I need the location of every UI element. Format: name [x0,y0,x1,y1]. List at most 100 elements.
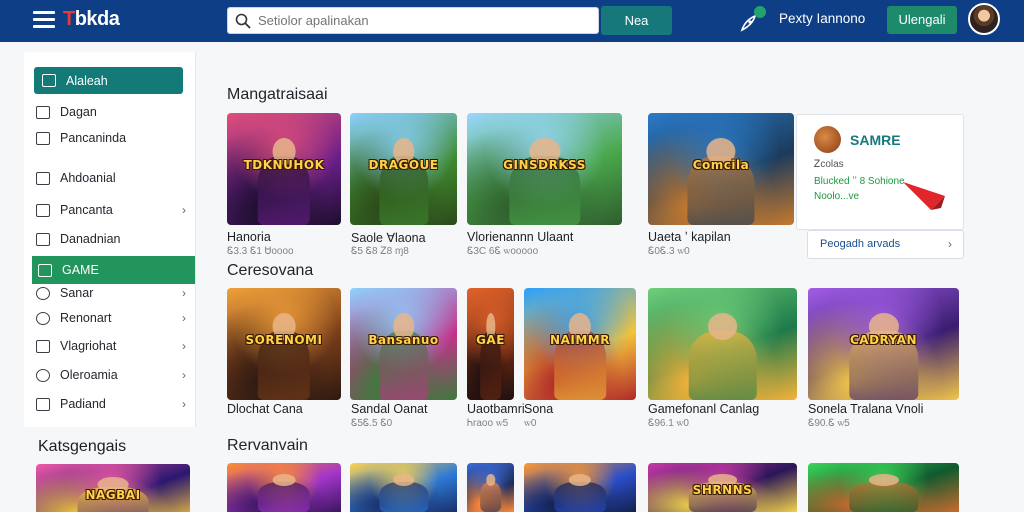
game-meta: Ꮛ3C 6Ꮛ ꮃooooo [467,246,539,257]
game-meta: Ꮛ96.1 ꮃ0 [648,418,689,429]
notifications-button[interactable] [738,6,766,34]
chevron-right-icon: › [182,339,186,353]
game-card[interactable] [350,463,457,512]
game-card[interactable]: SORENOMI [227,288,341,400]
game-title[interactable]: Sona [524,402,553,416]
promo-link[interactable]: Peogadh arvads › [807,230,964,259]
game-title[interactable]: Dlochat Cana [227,402,303,416]
chevron-right-icon: › [182,286,186,300]
game-logo-text: NAGBAI [85,488,141,502]
game-title[interactable]: Saole Ɐlaona [351,230,426,245]
sidebar-item-home[interactable]: Alaleah [34,67,183,94]
sidebar-item-label: GAME [62,263,99,277]
sidebar-item-6[interactable]: Danadnian [36,228,186,250]
sidebar-item-game[interactable]: GAME [32,256,195,284]
game-logo-text: SORENOMI [245,332,323,347]
game-title[interactable]: Sonela Tralana Vnoli [808,402,923,416]
promo-card[interactable]: SAMRE Ꮓcolas Blucked ʼʼ 8 Sohione Noolo.… [796,114,964,230]
globe-icon [36,368,50,382]
game-card[interactable]: Bansanuo [350,288,457,400]
sidebar-item-9[interactable]: Renonart › [36,307,186,329]
game-meta: Ꮛ5Ꮛ.5 Ꮛ0 [351,418,393,429]
character-figure [688,330,757,400]
sidebar-item-label: Sanar [60,286,94,300]
search-button[interactable]: Nea [601,6,672,35]
game-meta: ꮃ0 [524,418,537,429]
game-meta: Ꮛ5 Ꮛ8 Ꮓ8 ɱ8 [351,246,409,257]
upload-button[interactable]: Ulengali [887,6,957,34]
search-input[interactable] [258,10,588,31]
character-head [272,473,296,486]
home-icon [42,74,56,87]
sidebar-item-label: Pancanta [60,203,113,217]
game-logo-text: Comcila [692,157,750,172]
game-card[interactable]: GINSDRKSS [467,113,622,225]
game-card[interactable]: Comcila [648,113,794,225]
game-title[interactable]: Gamefonanl Canlag [648,402,759,416]
board-icon [36,397,50,411]
avatar[interactable] [968,3,1000,35]
game-title[interactable]: Vlorienannn Ulaant [467,230,573,244]
character-head [707,312,738,340]
section-title-1: Mangatraisaai [227,86,328,103]
logo-mark: T [63,8,75,30]
target-icon [36,286,50,300]
sidebar-item-11[interactable]: Oleroamia › [36,364,186,386]
logo[interactable]: Tbkda [63,8,120,31]
user-name[interactable]: Pexty Iannono [779,11,865,26]
game-card[interactable] [808,463,959,512]
sidebar-item-3[interactable]: Pancaninda [36,127,186,149]
character-figure [378,481,429,512]
game-title[interactable]: Uaeta ʼ kapilan [648,230,731,244]
sidebar-item-4[interactable]: Ahdoanial [36,167,186,189]
game-logo-text: SHRNNS [692,482,753,497]
game-logo-text: GINSDRKSS [503,157,586,172]
game-card[interactable] [648,288,797,400]
game-meta: Ꮒraoo ꮃ5 [467,418,509,429]
section-title-3: Rervanvain [227,437,308,454]
promo-avatar [814,126,841,153]
sidebar-item-8[interactable]: Sanar › [36,282,186,304]
category-banner[interactable]: NAGBAI [36,464,190,512]
game-card[interactable]: DRAGOUE [350,113,457,225]
game-title[interactable]: Uaotbamri [467,402,525,416]
game-card[interactable]: GAE [467,288,514,400]
game-card[interactable]: NAIMMR [524,288,636,400]
logo-text: bkda [74,8,120,30]
top-bar: Tbkda Nea Pexty Iannono Ulengali [0,0,1024,42]
game-logo-text: DRAGOUE [368,157,439,172]
character-figure [554,481,606,512]
section-title-2: Ceresovana [227,262,314,279]
game-card[interactable] [524,463,636,512]
sidebar-item-label: Oleroamia [60,368,118,382]
chat-icon [36,232,50,246]
flag-icon [903,182,945,210]
search-box[interactable] [227,7,599,34]
chevron-right-icon: › [182,397,186,411]
tag-icon [36,203,50,217]
sidebar-item-12[interactable]: Padiand › [36,393,186,415]
sidebar-item-5[interactable]: Pancanta › [36,199,186,221]
character-head [392,473,415,486]
game-card[interactable] [467,463,514,512]
sidebar-item-label: Vlagriohat [60,339,117,353]
game-meta: Ꮛ0Ꮛ.3 ꮃ0 [648,246,690,257]
game-card[interactable]: SHRNNS [648,463,797,512]
hamburger-menu-icon[interactable] [33,10,57,30]
game-meta: Ꮛ3.3 Ꮛ1 Ꮜoooo [227,246,294,257]
grid-icon [36,339,50,353]
game-title[interactable]: Sandal Oanat [351,402,427,416]
document-icon [36,131,50,145]
sidebar-item-2[interactable]: Dagan [36,101,186,123]
promo-link-label: Peogadh arvads [820,238,901,250]
gamepad-icon [38,263,52,277]
game-card[interactable] [227,463,341,512]
sidebar-item-label: Renonart [60,311,112,325]
game-card[interactable]: TDKNUHOK [227,113,341,225]
sidebar-item-label: Alaleah [66,73,108,88]
game-title[interactable]: Hanoria [227,230,271,244]
character-head [568,473,592,486]
chevron-right-icon: › [182,311,186,325]
game-card[interactable]: CADRYAN [808,288,959,400]
sidebar-item-10[interactable]: Vlagriohat › [36,335,186,357]
